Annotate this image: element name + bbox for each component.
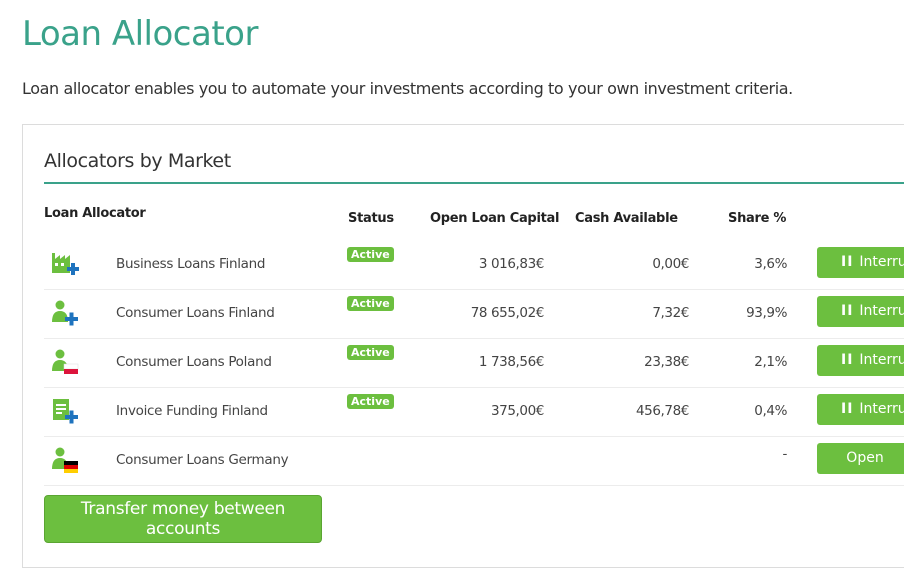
open-loan-capital-value: 375,00€ bbox=[490, 403, 544, 419]
consumer-loan-poland-icon bbox=[50, 347, 82, 379]
interrupt-label: Interrupt bbox=[859, 401, 904, 417]
open-loan-capital-value: 1 738,56€ bbox=[478, 354, 545, 370]
row-name: Consumer Loans Finland bbox=[116, 305, 275, 321]
share-value: 3,6% bbox=[754, 256, 787, 272]
open-loan-capital-value: 3 016,83€ bbox=[478, 256, 545, 272]
consumer-loan-finland-icon bbox=[50, 298, 82, 330]
table-row: Consumer Loans Poland Active 1 738,56€ 2… bbox=[44, 339, 904, 388]
interrupt-label: Interrupt bbox=[859, 352, 904, 368]
header-loan-allocator: Loan Allocator bbox=[44, 206, 146, 221]
cash-available-value: 456,78€ bbox=[635, 403, 689, 419]
share-value: - bbox=[782, 446, 788, 462]
row-name: Consumer Loans Germany bbox=[116, 452, 289, 468]
pause-icon: II bbox=[841, 401, 854, 417]
status-badge: Active bbox=[347, 247, 394, 262]
interrupt-label: Interrupt bbox=[859, 303, 904, 319]
interrupt-button[interactable]: II Interrupt bbox=[817, 345, 904, 376]
header-cash-available: Cash Available bbox=[575, 211, 678, 226]
header-open-loan-capital: Open Loan Capital bbox=[430, 211, 560, 226]
business-loan-finland-icon bbox=[50, 249, 82, 281]
panel-divider bbox=[44, 182, 904, 184]
header-share: Share % bbox=[728, 211, 787, 226]
open-button[interactable]: Open bbox=[817, 443, 904, 474]
table-row: Consumer Loans Finland Active 78 655,02€… bbox=[44, 290, 904, 339]
pause-icon: II bbox=[841, 352, 854, 368]
cash-available-value: 23,38€ bbox=[644, 354, 689, 370]
open-loan-capital-value: 78 655,02€ bbox=[470, 305, 545, 321]
table-row: Consumer Loans Germany - Open bbox=[44, 437, 904, 486]
interrupt-button[interactable]: II Interrupt bbox=[817, 296, 904, 327]
interrupt-button[interactable]: II Interrupt bbox=[817, 247, 904, 278]
share-value: 0,4% bbox=[754, 403, 787, 419]
transfer-money-button[interactable]: Transfer money between accounts bbox=[44, 495, 322, 543]
cash-available-value: 7,32€ bbox=[652, 305, 689, 321]
table-row: Business Loans Finland Active 3 016,83€ … bbox=[44, 241, 904, 290]
page-title: Loan Allocator bbox=[22, 14, 258, 54]
share-value: 2,1% bbox=[754, 354, 787, 370]
intro-text: Loan allocator enables you to automate y… bbox=[22, 79, 793, 98]
status-badge: Active bbox=[347, 345, 394, 360]
table-row: Invoice Funding Finland Active 375,00€ 4… bbox=[44, 388, 904, 437]
interrupt-label: Interrupt bbox=[859, 254, 904, 270]
panel-title: Allocators by Market bbox=[44, 150, 231, 172]
invoice-funding-finland-icon bbox=[50, 396, 82, 428]
status-badge: Active bbox=[347, 296, 394, 311]
pause-icon: II bbox=[841, 303, 854, 319]
header-status: Status bbox=[348, 211, 394, 226]
row-name: Consumer Loans Poland bbox=[116, 354, 272, 370]
row-name: Business Loans Finland bbox=[116, 256, 266, 272]
share-value: 93,9% bbox=[746, 305, 787, 321]
cash-available-value: 0,00€ bbox=[652, 256, 689, 272]
interrupt-button[interactable]: II Interrupt bbox=[817, 394, 904, 425]
pause-icon: II bbox=[841, 254, 854, 270]
allocators-panel: Allocators by Market Loan Allocator Stat… bbox=[22, 124, 904, 568]
row-name: Invoice Funding Finland bbox=[116, 403, 268, 419]
consumer-loan-germany-icon bbox=[50, 445, 82, 477]
status-badge: Active bbox=[347, 394, 394, 409]
